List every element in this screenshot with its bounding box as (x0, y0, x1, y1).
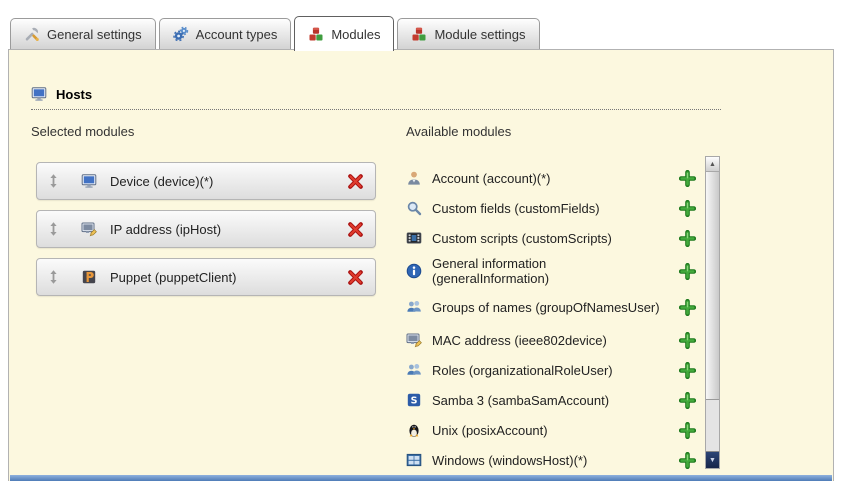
add-module-button[interactable] (679, 392, 696, 409)
available-module-label: MAC address (ieee802device) (432, 333, 607, 348)
available-module-label: Samba 3 (sambaSamAccount) (432, 393, 609, 408)
available-modules-heading: Available modules (406, 124, 511, 139)
add-module-button[interactable] (679, 230, 696, 247)
remove-module-button[interactable] (347, 269, 364, 286)
scrollbar-down-button[interactable]: ▼ (706, 451, 719, 468)
drag-handle-icon[interactable] (48, 173, 59, 189)
ip-address-icon (81, 221, 97, 237)
selected-module-label: IP address (ipHost) (110, 222, 221, 237)
tab-bar: General settings Account types Modules M… (10, 16, 540, 51)
available-module-row: Unix (posixAccount) (406, 415, 696, 445)
selected-modules-list: Device (device)(*) IP address (ipHost) Pup… (36, 162, 376, 296)
add-module-button[interactable] (679, 422, 696, 439)
puppet-icon (81, 269, 97, 285)
tab-account-types[interactable]: Account types (159, 18, 292, 49)
selected-module-row: Puppet (puppetClient) (36, 258, 376, 296)
available-module-row: S Samba 3 (sambaSamAccount) (406, 385, 696, 415)
available-module-row: Custom fields (customFields) (406, 193, 696, 223)
add-module-button[interactable] (679, 452, 696, 469)
available-module-label: Custom scripts (customScripts) (432, 231, 612, 246)
add-module-button[interactable] (679, 263, 696, 280)
gears-icon (173, 26, 189, 42)
available-modules-list: Account (account)(*) Custom fields (custo… (406, 163, 696, 475)
add-module-button[interactable] (679, 200, 696, 217)
tab-modules[interactable]: Modules (294, 16, 394, 51)
drag-handle-icon[interactable] (48, 221, 59, 237)
available-module-label: Roles (organizationalRoleUser) (432, 363, 613, 378)
content-panel: Hosts Selected modules Available modules… (8, 49, 834, 481)
scrollbar-up-button[interactable]: ▲ (706, 157, 719, 172)
custom-scripts-icon (406, 230, 422, 246)
available-module-row: MAC address (ieee802device) (406, 325, 696, 355)
windows-icon (406, 452, 422, 468)
available-module-label: Groups of names (groupOfNamesUser) (432, 300, 660, 315)
add-module-button[interactable] (679, 170, 696, 187)
tools-icon (24, 26, 40, 42)
svg-text:S: S (411, 396, 418, 407)
remove-module-button[interactable] (347, 173, 364, 190)
available-module-row: Roles (organizationalRoleUser) (406, 355, 696, 385)
add-module-button[interactable] (679, 299, 696, 316)
available-module-row: Account (account)(*) (406, 163, 696, 193)
bottom-button-bar (10, 475, 832, 481)
add-module-button[interactable] (679, 332, 696, 349)
samba-icon: S (406, 392, 422, 408)
custom-fields-icon (406, 200, 422, 216)
tab-label: Module settings (434, 27, 525, 42)
selected-module-label: Puppet (puppetClient) (110, 270, 236, 285)
mac-address-icon (406, 332, 422, 348)
hosts-icon (31, 86, 47, 102)
groups-icon (406, 299, 422, 315)
available-modules-scrollbar[interactable]: ▲ ▼ (705, 156, 720, 469)
device-icon (81, 173, 97, 189)
selected-module-row: Device (device)(*) (36, 162, 376, 200)
account-icon (406, 170, 422, 186)
available-module-row: Groups of names (groupOfNamesUser) (406, 289, 696, 325)
tab-general-settings[interactable]: General settings (10, 18, 156, 49)
scrollbar-track[interactable] (706, 400, 719, 452)
available-module-label: Custom fields (customFields) (432, 201, 600, 216)
available-module-label: General information (generalInformation) (432, 256, 660, 286)
selected-modules-heading: Selected modules (31, 124, 134, 139)
tab-label: Account types (196, 27, 278, 42)
available-module-row: Custom scripts (customScripts) (406, 223, 696, 253)
scrollbar-thumb[interactable] (706, 172, 719, 400)
available-module-label: Windows (windowsHost)(*) (432, 453, 587, 468)
section-header: Hosts (31, 86, 721, 110)
available-module-label: Account (account)(*) (432, 171, 551, 186)
selected-module-row: IP address (ipHost) (36, 210, 376, 248)
section-title: Hosts (56, 87, 92, 102)
remove-module-button[interactable] (347, 221, 364, 238)
tab-label: General settings (47, 27, 142, 42)
available-module-label: Unix (posixAccount) (432, 423, 548, 438)
selected-module-label: Device (device)(*) (110, 174, 213, 189)
tab-module-settings[interactable]: Module settings (397, 18, 539, 49)
add-module-button[interactable] (679, 362, 696, 379)
available-module-row: Windows (windowsHost)(*) (406, 445, 696, 475)
drag-handle-icon[interactable] (48, 269, 59, 285)
unix-icon (406, 422, 422, 438)
modules-icon (308, 26, 324, 42)
available-module-row: General information (generalInformation) (406, 253, 696, 289)
roles-icon (406, 362, 422, 378)
module-settings-icon (411, 26, 427, 42)
info-icon (406, 263, 422, 279)
tab-label: Modules (331, 27, 380, 42)
lam-configuration-page: General settings Account types Modules M… (0, 0, 842, 481)
